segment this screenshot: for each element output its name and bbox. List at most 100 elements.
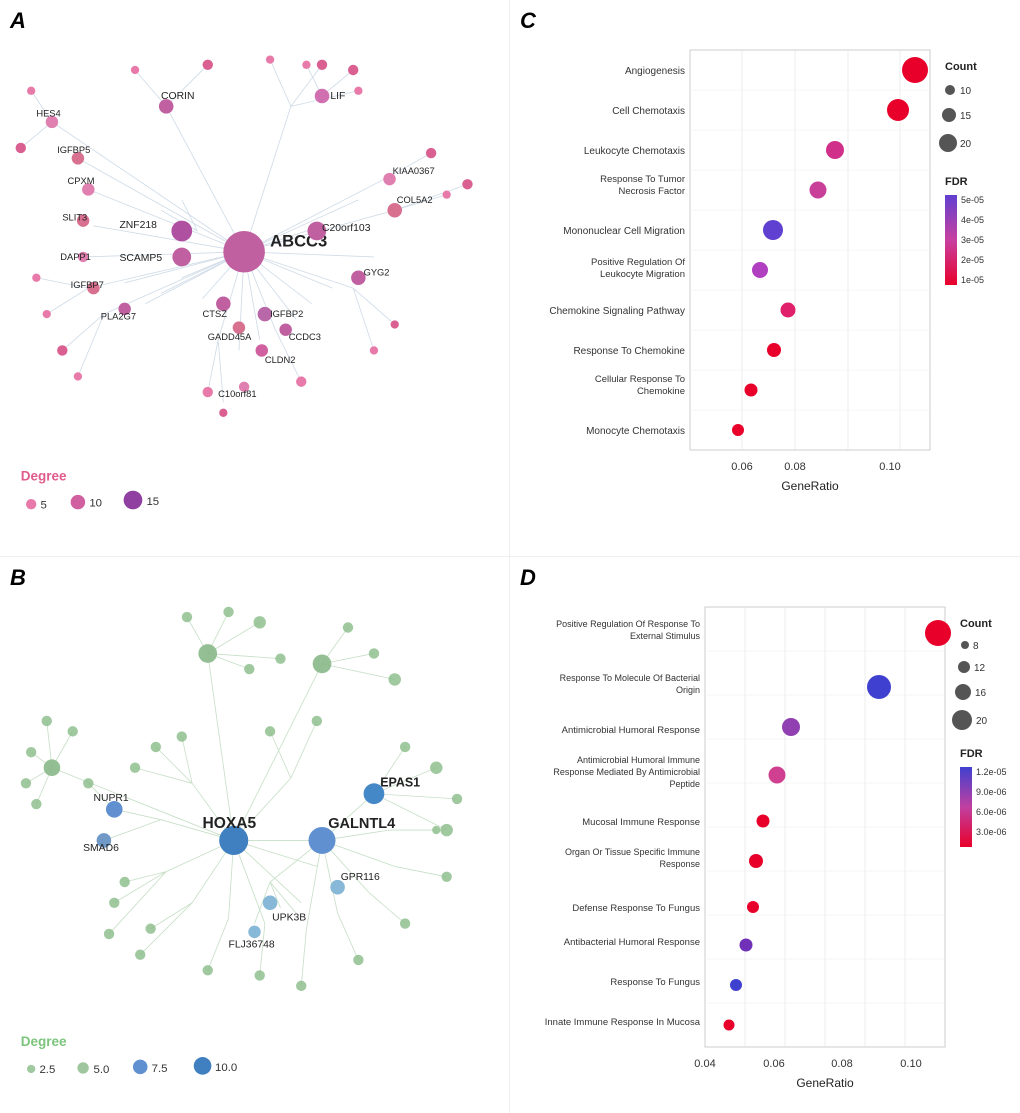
svg-text:3e-05: 3e-05	[961, 235, 984, 245]
svg-text:Leukocyte Chemotaxis: Leukocyte Chemotaxis	[584, 146, 685, 157]
svg-text:0.04: 0.04	[694, 1058, 715, 1070]
svg-text:FDR: FDR	[960, 748, 983, 760]
svg-text:HOXA5: HOXA5	[203, 814, 257, 831]
svg-text:GeneRatio: GeneRatio	[781, 479, 839, 493]
dotplot-c-svg: 0.06 0.08 0.10 GeneRatio Angiogenesis Ce…	[520, 20, 1010, 540]
svg-text:Cellular Response To: Cellular Response To	[595, 374, 685, 385]
svg-text:Leukocyte Migration: Leukocyte Migration	[600, 269, 685, 280]
svg-text:GeneRatio: GeneRatio	[796, 1076, 854, 1090]
svg-text:Necrosis Factor: Necrosis Factor	[618, 186, 685, 197]
svg-text:8: 8	[973, 641, 979, 652]
svg-text:Organ Or Tissue Specific Immun: Organ Or Tissue Specific Immune	[565, 847, 700, 857]
svg-text:Response To Chemokine: Response To Chemokine	[573, 346, 685, 357]
svg-text:PLA2G7: PLA2G7	[101, 311, 136, 321]
degree-label-a: Degree	[21, 468, 67, 483]
panel-b-label: B	[10, 565, 26, 591]
svg-text:9.0e-06: 9.0e-06	[976, 787, 1007, 797]
panel-a: A	[0, 0, 510, 557]
svg-text:SMAD6: SMAD6	[83, 842, 119, 853]
svg-text:Mucosal Immune Response: Mucosal Immune Response	[582, 817, 700, 828]
svg-text:Cell Chemotaxis: Cell Chemotaxis	[612, 106, 685, 117]
svg-text:1.2e-05: 1.2e-05	[976, 767, 1007, 777]
svg-text:Response To Tumor: Response To Tumor	[600, 174, 685, 185]
svg-text:Positive Regulation Of Respons: Positive Regulation Of Response To	[556, 619, 700, 629]
svg-text:CLDN2: CLDN2	[265, 355, 296, 365]
dotplot-d-svg: 0.04 0.06 0.08 0.10 GeneRatio Positive R…	[520, 577, 1010, 1107]
svg-text:CPXM: CPXM	[68, 176, 95, 186]
svg-text:Angiogenesis: Angiogenesis	[625, 66, 685, 77]
svg-text:LIF: LIF	[330, 91, 345, 102]
panel-c: C 0.06 0.08 0.10	[510, 0, 1020, 557]
panel-b: B	[0, 557, 510, 1113]
svg-text:Mononuclear Cell Migration: Mononuclear Cell Migration	[563, 226, 685, 237]
svg-text:10: 10	[89, 497, 102, 509]
svg-text:SCAMP5: SCAMP5	[119, 253, 162, 264]
svg-text:Chemokine: Chemokine	[637, 386, 685, 397]
svg-text:IGFBP7: IGFBP7	[71, 280, 104, 290]
main-container: A	[0, 0, 1020, 1113]
svg-text:ZNF218: ZNF218	[119, 220, 157, 231]
svg-text:0.08: 0.08	[831, 1058, 852, 1070]
svg-text:Antimicrobial Humoral Response: Antimicrobial Humoral Response	[562, 725, 700, 736]
svg-text:0.10: 0.10	[879, 461, 900, 473]
svg-text:CORIN: CORIN	[161, 91, 194, 102]
svg-text:15: 15	[146, 496, 159, 508]
svg-text:Positive Regulation Of: Positive Regulation Of	[591, 257, 685, 268]
svg-text:20: 20	[976, 716, 988, 727]
svg-text:Antimicrobial Humoral Immune: Antimicrobial Humoral Immune	[577, 755, 700, 765]
svg-text:COL5A2: COL5A2	[397, 195, 433, 205]
svg-text:SLIT3: SLIT3	[62, 213, 87, 223]
svg-text:Chemokine Signaling Pathway: Chemokine Signaling Pathway	[549, 306, 685, 317]
svg-text:5e-05: 5e-05	[961, 195, 984, 205]
svg-text:Count: Count	[960, 618, 992, 630]
svg-text:FDR: FDR	[945, 176, 968, 188]
svg-text:Response Mediated By Antimicro: Response Mediated By Antimicrobial	[553, 767, 700, 777]
svg-text:0.06: 0.06	[763, 1058, 784, 1070]
panel-c-label: C	[520, 8, 536, 34]
network-b-svg: HOXA5 GALNTL4 EPAS1 NUPR1 SMAD6 UPK3B	[0, 557, 509, 1113]
svg-text:IGFBP2: IGFBP2	[270, 309, 303, 319]
svg-text:1e-05: 1e-05	[961, 275, 984, 285]
svg-text:EPAS1: EPAS1	[380, 775, 420, 789]
svg-text:External Stimulus: External Stimulus	[630, 631, 701, 641]
svg-text:0.08: 0.08	[784, 461, 805, 473]
svg-text:12: 12	[974, 663, 986, 674]
svg-text:7.5: 7.5	[152, 1063, 168, 1075]
svg-text:FLJ36748: FLJ36748	[229, 939, 275, 950]
svg-text:GADD45A: GADD45A	[208, 332, 252, 342]
svg-text:Origin: Origin	[676, 685, 700, 695]
svg-text:2e-05: 2e-05	[961, 255, 984, 265]
svg-text:4e-05: 4e-05	[961, 215, 984, 225]
svg-text:Defense Response To Fungus: Defense Response To Fungus	[572, 903, 700, 914]
svg-text:GALNTL4: GALNTL4	[328, 815, 395, 831]
svg-text:3.0e-06: 3.0e-06	[976, 827, 1007, 837]
svg-text:Degree: Degree	[21, 1034, 67, 1049]
svg-text:Response To Molecule Of Bacter: Response To Molecule Of Bacterial	[560, 673, 700, 683]
svg-text:DAPP1: DAPP1	[60, 252, 91, 262]
svg-text:2.5: 2.5	[39, 1064, 55, 1076]
svg-text:Count: Count	[945, 61, 977, 73]
svg-text:5: 5	[41, 499, 47, 511]
svg-text:GYG2: GYG2	[364, 268, 390, 278]
svg-text:GPR116: GPR116	[341, 871, 380, 882]
svg-text:16: 16	[975, 688, 987, 699]
network-a-svg: ABCC3 ZNF218 SCAMP5 LIF CORIN HES4 IGF	[0, 0, 509, 556]
svg-text:IGFBP5: IGFBP5	[57, 145, 90, 155]
svg-text:C10orf81: C10orf81	[218, 389, 256, 399]
svg-text:6.0e-06: 6.0e-06	[976, 807, 1007, 817]
svg-text:HES4: HES4	[36, 109, 60, 119]
svg-text:10.0: 10.0	[215, 1062, 237, 1074]
svg-text:CCDC3: CCDC3	[289, 332, 321, 342]
svg-text:Response To Fungus: Response To Fungus	[610, 977, 700, 988]
svg-text:Peptide: Peptide	[669, 779, 700, 789]
svg-text:10: 10	[960, 86, 972, 97]
svg-text:Innate Immune Response In Muco: Innate Immune Response In Mucosa	[545, 1017, 701, 1028]
svg-text:20: 20	[960, 139, 972, 150]
svg-text:NUPR1: NUPR1	[93, 792, 128, 803]
svg-text:UPK3B: UPK3B	[272, 912, 306, 923]
panel-d-label: D	[520, 565, 536, 591]
svg-text:Antibacterial Humoral Response: Antibacterial Humoral Response	[564, 937, 700, 948]
svg-text:KIAA0367: KIAA0367	[393, 166, 435, 176]
svg-text:Response: Response	[659, 859, 700, 869]
svg-text:Monocyte Chemotaxis: Monocyte Chemotaxis	[586, 426, 685, 437]
